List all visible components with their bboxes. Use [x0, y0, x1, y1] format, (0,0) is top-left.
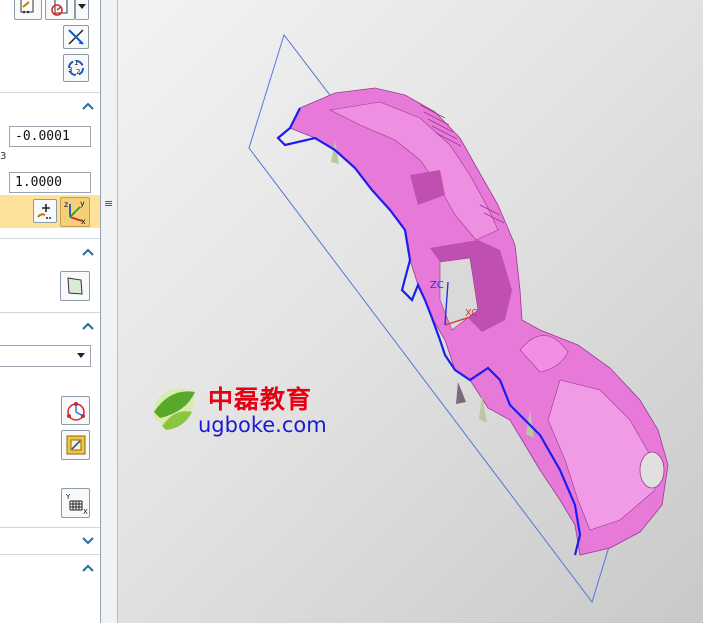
point-constructor-button[interactable]: [61, 396, 90, 425]
circle-points-icon: [66, 401, 85, 421]
table-settings-button[interactable]: Y X: [61, 488, 90, 518]
scale-value-field[interactable]: 1.0000: [9, 172, 91, 193]
reverse-direction-button[interactable]: [63, 25, 89, 49]
collapse-chevron-icon[interactable]: [81, 320, 95, 332]
section-divider: [0, 238, 100, 239]
index-label: 3: [0, 151, 7, 162]
svg-text:Y: Y: [65, 493, 71, 501]
watermark-logo-icon: [153, 388, 195, 430]
add-point-button[interactable]: [33, 199, 57, 223]
coordinate-system-icon: z y x: [64, 199, 86, 225]
x-axis-label: XC: [465, 308, 478, 319]
expand-chevron-icon[interactable]: [81, 534, 95, 546]
svg-text:x: x: [81, 217, 86, 225]
select-face-button[interactable]: [60, 271, 90, 301]
svg-text:3: 3: [68, 66, 72, 74]
sketch-icon: [66, 435, 85, 455]
section-divider: [0, 527, 100, 528]
chevron-down-icon: [78, 4, 86, 9]
collapse-chevron-icon[interactable]: [81, 246, 95, 258]
dialog-panel: 1 3 2 -0.0001 3 1.0000 z y x Y X: [0, 0, 101, 623]
offset-value-field[interactable]: -0.0001: [9, 126, 91, 147]
splitter-grip-icon[interactable]: ≡: [104, 198, 113, 210]
collapse-chevron-icon[interactable]: [81, 562, 95, 574]
cycle-icon: 1 3 2: [68, 59, 84, 76]
point-dialog-button[interactable]: [45, 0, 75, 20]
svg-text:2: 2: [76, 68, 80, 76]
section-divider: [0, 92, 100, 93]
add-point-icon: [37, 204, 51, 219]
chevron-down-icon: [77, 353, 85, 358]
section-divider: [0, 312, 100, 313]
circle-point-icon: [51, 0, 68, 16]
point-options-dropdown[interactable]: [75, 0, 89, 20]
watermark-text-en: ugboke.com: [198, 413, 327, 437]
graphics-viewport[interactable]: ZC XC: [118, 0, 703, 623]
panel-splitter[interactable]: [101, 0, 118, 623]
inferred-point-button[interactable]: [14, 0, 42, 20]
point-icon: [20, 0, 34, 14]
reverse-direction-icon: [68, 29, 84, 45]
svg-text:X: X: [83, 508, 88, 515]
grid-table-icon: Y X: [65, 493, 88, 515]
svg-text:z: z: [64, 200, 68, 209]
sketch-section-button[interactable]: [61, 430, 90, 460]
csys-dialog-button[interactable]: z y x: [60, 197, 90, 227]
cycle-solutions-button[interactable]: 1 3 2: [63, 54, 89, 82]
model-view: ZC XC: [153, 33, 669, 604]
method-select[interactable]: [0, 345, 91, 367]
svg-text:1: 1: [74, 59, 78, 67]
svg-text:y: y: [80, 199, 85, 208]
sectioned-part: [276, 87, 669, 556]
watermark-text-cn: 中磊教育: [208, 385, 313, 414]
collapse-chevron-icon[interactable]: [81, 100, 95, 112]
plane-face-icon: [67, 277, 83, 295]
z-axis-label: ZC: [430, 280, 444, 291]
section-divider: [0, 554, 100, 555]
